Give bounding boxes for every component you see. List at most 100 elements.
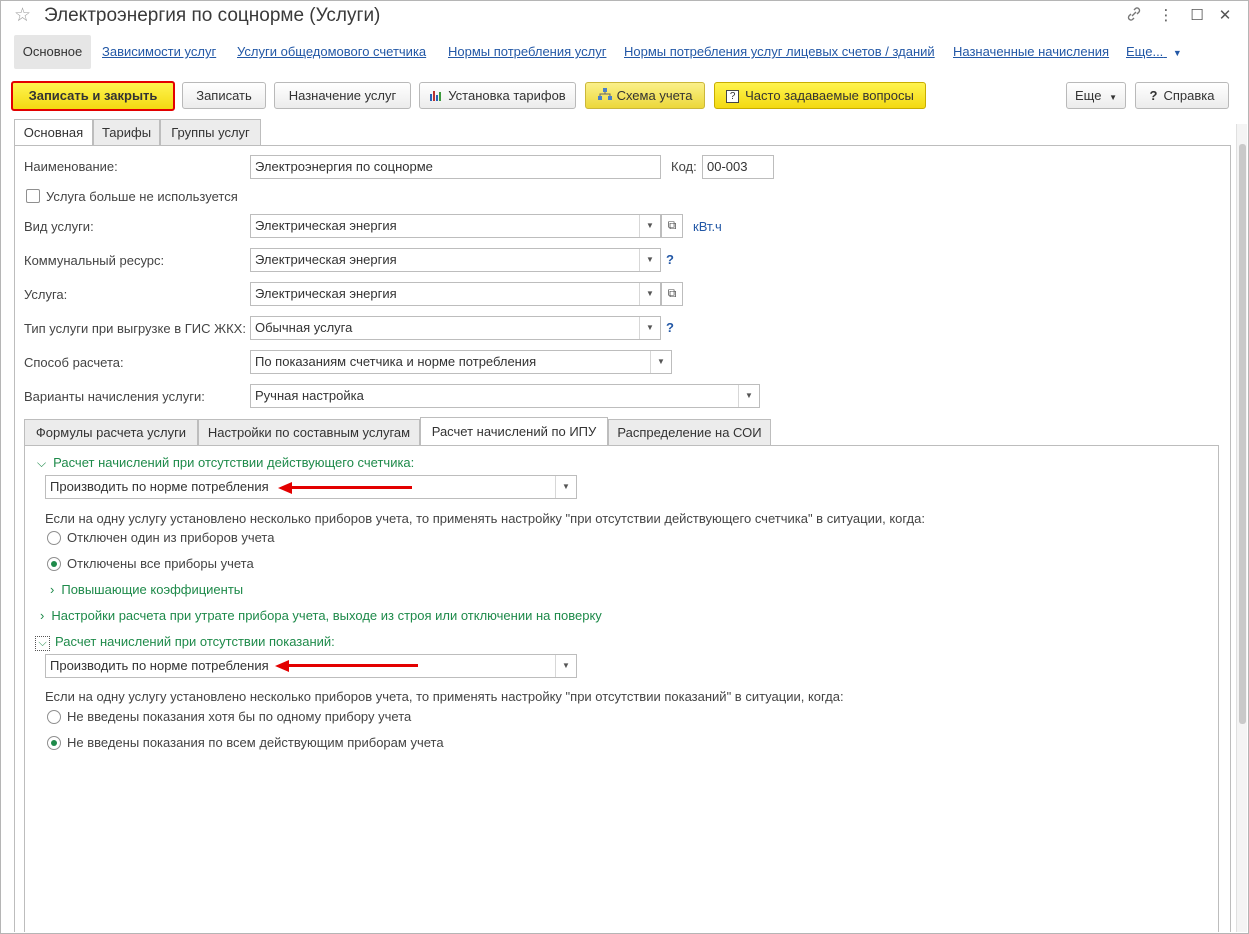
tab-tariffs[interactable]: Тарифы xyxy=(93,119,160,145)
accounting-scheme-label: Схема учета xyxy=(616,88,693,103)
unused-checkbox[interactable] xyxy=(26,189,40,203)
loss-settings-header[interactable]: › Настройки расчета при утрате прибора уч… xyxy=(40,608,602,623)
resource-help-icon[interactable]: ? xyxy=(666,252,674,267)
group1-radio-all[interactable] xyxy=(47,557,61,571)
nav-account-norms[interactable]: Нормы потребления услуг лицевых счетов /… xyxy=(624,44,935,62)
dropdown-arrow-icon[interactable]: ▼ xyxy=(650,351,671,373)
dropdown-arrow-icon[interactable]: ▼ xyxy=(555,655,576,677)
scrollbar[interactable] xyxy=(1236,124,1247,932)
service-select[interactable]: Электрическая энергия ▼ xyxy=(250,282,661,306)
question-icon: ? xyxy=(726,90,740,104)
dropdown-arrow-icon[interactable]: ▼ xyxy=(639,215,660,237)
red-arrow-line xyxy=(287,664,418,667)
faq-label: Часто задаваемые вопросы xyxy=(745,88,914,103)
chevron-down-icon: ▼ xyxy=(1172,48,1182,58)
help-label: Справка xyxy=(1163,88,1215,103)
group1-opt2-label: Отключены все приборы учета xyxy=(67,556,254,571)
nav-dependencies[interactable]: Зависимости услуг xyxy=(102,44,216,62)
variants-select[interactable]: Ручная настройка ▼ xyxy=(250,384,760,408)
name-field[interactable]: Электроэнергия по соцнорме xyxy=(250,155,661,179)
group2-note: Если на одну услугу установлено нескольк… xyxy=(45,689,844,704)
gis-select[interactable]: Обычная услуга ▼ xyxy=(250,316,661,340)
group1-radio-one[interactable] xyxy=(47,531,61,545)
group2-radio-all[interactable] xyxy=(47,736,61,750)
dropdown-arrow-icon[interactable]: ▼ xyxy=(639,317,660,339)
save-close-button[interactable]: Записать и закрыть xyxy=(11,81,175,111)
red-arrow-line xyxy=(290,486,412,489)
method-value: По показаниям счетчика и норме потреблен… xyxy=(255,354,537,369)
subtab-formulas[interactable]: Формулы расчета услуги xyxy=(24,419,198,445)
tab-main[interactable]: Основная xyxy=(14,119,93,146)
link-icon[interactable] xyxy=(1123,6,1145,26)
window-title: Электроэнергия по соцнорме (Услуги) xyxy=(44,5,381,26)
coefficients-header[interactable]: › Повышающие коэффициенты xyxy=(50,582,243,597)
accounting-scheme-button[interactable]: Схема учета xyxy=(585,82,705,109)
open-icon[interactable]: ⧉ xyxy=(661,214,683,238)
nav-consumption-norms[interactable]: Нормы потребления услуг xyxy=(448,44,606,62)
dropdown-arrow-icon[interactable]: ▼ xyxy=(555,476,576,498)
group2-title: Расчет начислений при отсутствии показан… xyxy=(55,634,335,649)
scrollbar-thumb[interactable] xyxy=(1239,144,1246,724)
chevron-down-icon: ▼ xyxy=(1109,93,1117,102)
kind-label: Вид услуги: xyxy=(24,219,94,234)
unused-label: Услуга больше не используется xyxy=(46,189,238,204)
favorite-star-icon[interactable]: ☆ xyxy=(14,4,31,27)
group1-note: Если на одну услугу установлено нескольк… xyxy=(45,511,925,526)
set-tariffs-button[interactable]: Установка тарифов xyxy=(419,82,576,109)
more-button[interactable]: Еще ▼ xyxy=(1066,82,1126,109)
tab-service-groups[interactable]: Группы услуг xyxy=(160,119,261,145)
save-button[interactable]: Записать xyxy=(182,82,266,109)
help-icon: ? xyxy=(1149,88,1158,103)
variants-label: Варианты начисления услуги: xyxy=(24,389,205,404)
faq-button[interactable]: ? Часто задаваемые вопросы xyxy=(714,82,926,109)
resource-label: Коммунальный ресурс: xyxy=(24,253,165,268)
chevron-down-icon: ⌵ xyxy=(35,636,50,651)
more-label: Еще xyxy=(1075,88,1102,103)
nav-assigned-charges[interactable]: Назначенные начисления xyxy=(953,44,1109,62)
group2-opt1-label: Не введены показания хотя бы по одному п… xyxy=(67,709,412,724)
nav-more-label: Еще... xyxy=(1126,44,1164,59)
set-tariffs-label: Установка тарифов xyxy=(448,88,566,103)
group1-header[interactable]: ⌵ Расчет начислений при отсутствии действ… xyxy=(37,455,414,471)
group1-title: Расчет начислений при отсутствии действу… xyxy=(53,455,415,470)
group2-opt2-label: Не введены показания по всем действующим… xyxy=(67,735,444,750)
service-label: Услуга: xyxy=(24,287,68,302)
subtab-soi[interactable]: Распределение на СОИ xyxy=(608,419,771,445)
group1-opt1-label: Отключен один из приборов учета xyxy=(67,530,275,545)
chart-icon xyxy=(429,84,443,109)
variants-value: Ручная настройка xyxy=(255,388,364,403)
group2-radio-one[interactable] xyxy=(47,710,61,724)
nav-main[interactable]: Основное xyxy=(14,35,91,69)
kind-select[interactable]: Электрическая энергия ▼ xyxy=(250,214,661,238)
service-value: Электрическая энергия xyxy=(255,286,397,301)
menu-dots-icon[interactable]: ⋮ xyxy=(1155,6,1177,26)
method-label: Способ расчета: xyxy=(24,355,124,370)
code-field[interactable]: 00-003 xyxy=(702,155,774,179)
maximize-icon[interactable]: ☐ xyxy=(1186,6,1208,26)
unit-link[interactable]: кВт.ч xyxy=(693,219,722,234)
method-select[interactable]: По показаниям счетчика и норме потреблен… xyxy=(250,350,672,374)
dropdown-arrow-icon[interactable]: ▼ xyxy=(639,249,660,271)
code-label: Код: xyxy=(671,159,697,174)
gis-help-icon[interactable]: ? xyxy=(666,320,674,335)
subtab-ipu[interactable]: Расчет начислений по ИПУ xyxy=(420,417,608,448)
help-button[interactable]: ? Справка xyxy=(1135,82,1229,109)
dropdown-arrow-icon[interactable]: ▼ xyxy=(639,283,660,305)
gis-value: Обычная услуга xyxy=(255,320,353,335)
scheme-icon xyxy=(597,84,612,109)
open-icon[interactable]: ⧉ xyxy=(661,282,683,306)
nav-odpu-services[interactable]: Услуги общедомового счетчика xyxy=(237,44,426,62)
name-label: Наименование: xyxy=(24,159,118,174)
subtab-composite[interactable]: Настройки по составным услугам xyxy=(198,419,420,445)
gis-label: Тип услуги при выгрузке в ГИС ЖКХ: xyxy=(24,321,246,336)
group2-value: Производить по норме потребления xyxy=(50,658,269,673)
nav-more[interactable]: Еще... ▼ xyxy=(1126,44,1182,62)
dropdown-arrow-icon[interactable]: ▼ xyxy=(738,385,759,407)
group2-header[interactable]: ⌵ Расчет начислений при отсутствии показа… xyxy=(35,634,335,651)
chevron-right-icon: › xyxy=(40,608,45,623)
assign-services-button[interactable]: Назначение услуг xyxy=(274,82,411,109)
resource-value: Электрическая энергия xyxy=(255,252,397,267)
kind-value: Электрическая энергия xyxy=(255,218,397,233)
close-icon[interactable]: ✕ xyxy=(1214,6,1236,26)
resource-select[interactable]: Электрическая энергия ▼ xyxy=(250,248,661,272)
